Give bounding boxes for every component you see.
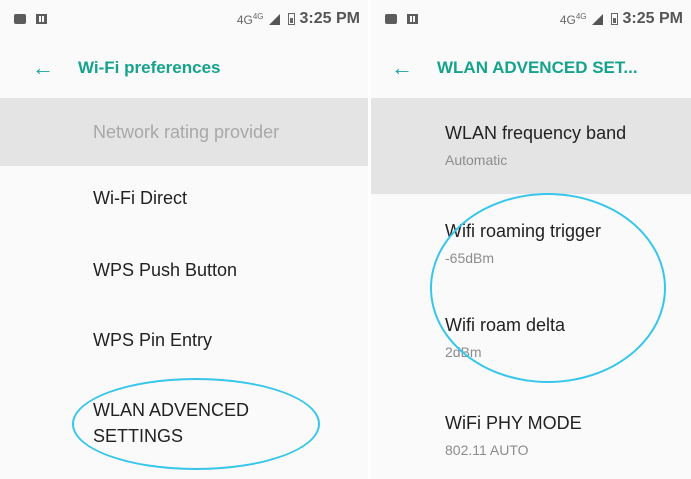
item-label-line2: SETTINGS: [93, 426, 184, 446]
battery-icon: [287, 13, 295, 25]
item-summary: -65dBm: [445, 250, 495, 266]
status-bar: 4G4G 3:25 PM: [371, 0, 691, 38]
item-label: Wifi roaming trigger: [445, 221, 602, 241]
status-time: 3:25 PM: [299, 10, 360, 27]
status-bar: 4G4G 3:25 PM: [0, 0, 368, 38]
right-screen: 4G4G 3:25 PM ← WLAN ADVENCED SET... WLAN…: [371, 0, 691, 479]
list-item-network-rating-provider: Network rating provider: [0, 98, 368, 166]
item-label: WPS Pin Entry: [93, 330, 213, 350]
item-label: WiFi PHY MODE: [445, 413, 582, 433]
list-item-wifi-direct[interactable]: Wi-Fi Direct: [0, 185, 368, 211]
list-item-wlan-advanced-settings[interactable]: WLAN ADVENCED SETTINGS: [0, 397, 368, 449]
page-title: Wi-Fi preferences: [78, 58, 221, 77]
message-icon: [14, 14, 26, 24]
back-arrow-icon[interactable]: ←: [391, 57, 413, 79]
item-label: WPS Push Button: [93, 260, 238, 280]
left-screen: 4G4G 3:25 PM ← Wi-Fi preferences Network…: [0, 0, 368, 479]
signal-icon: [591, 13, 603, 25]
back-arrow-icon[interactable]: ←: [32, 57, 54, 79]
list-item-wifi-roam-delta[interactable]: Wifi roam delta 2dBm: [371, 312, 691, 360]
sim-card-icon: [407, 14, 418, 24]
toolbar: ← WLAN ADVENCED SET...: [371, 38, 691, 98]
battery-icon: [610, 13, 618, 25]
message-icon: [385, 14, 397, 24]
page-title: WLAN ADVENCED SET...: [437, 58, 638, 77]
item-summary: Automatic: [445, 152, 508, 168]
item-label: Wifi roam delta: [445, 315, 566, 335]
network-type: 4G4G: [559, 11, 587, 27]
item-summary: 2dBm: [445, 344, 482, 360]
signal-icon: [268, 13, 280, 25]
list-item-wifi-roaming-trigger[interactable]: Wifi roaming trigger -65dBm: [371, 218, 691, 266]
list-item-wlan-frequency-band[interactable]: WLAN frequency band Automatic: [371, 98, 691, 194]
list-item-wifi-phy-mode[interactable]: WiFi PHY MODE 802.11 AUTO: [371, 410, 691, 458]
toolbar: ← Wi-Fi preferences: [0, 38, 368, 98]
list-item-wps-pin-entry[interactable]: WPS Pin Entry: [0, 327, 368, 353]
network-type: 4G4G: [236, 11, 264, 27]
status-time: 3:25 PM: [622, 10, 683, 27]
item-label-line1: WLAN ADVENCED: [93, 400, 250, 420]
item-label: Network rating provider: [93, 122, 280, 142]
item-summary: 802.11 AUTO: [445, 442, 529, 458]
list-item-wps-push-button[interactable]: WPS Push Button: [0, 257, 368, 283]
item-label: Wi-Fi Direct: [93, 188, 187, 208]
item-label: WLAN frequency band: [445, 123, 627, 143]
sim-card-icon: [36, 14, 47, 24]
